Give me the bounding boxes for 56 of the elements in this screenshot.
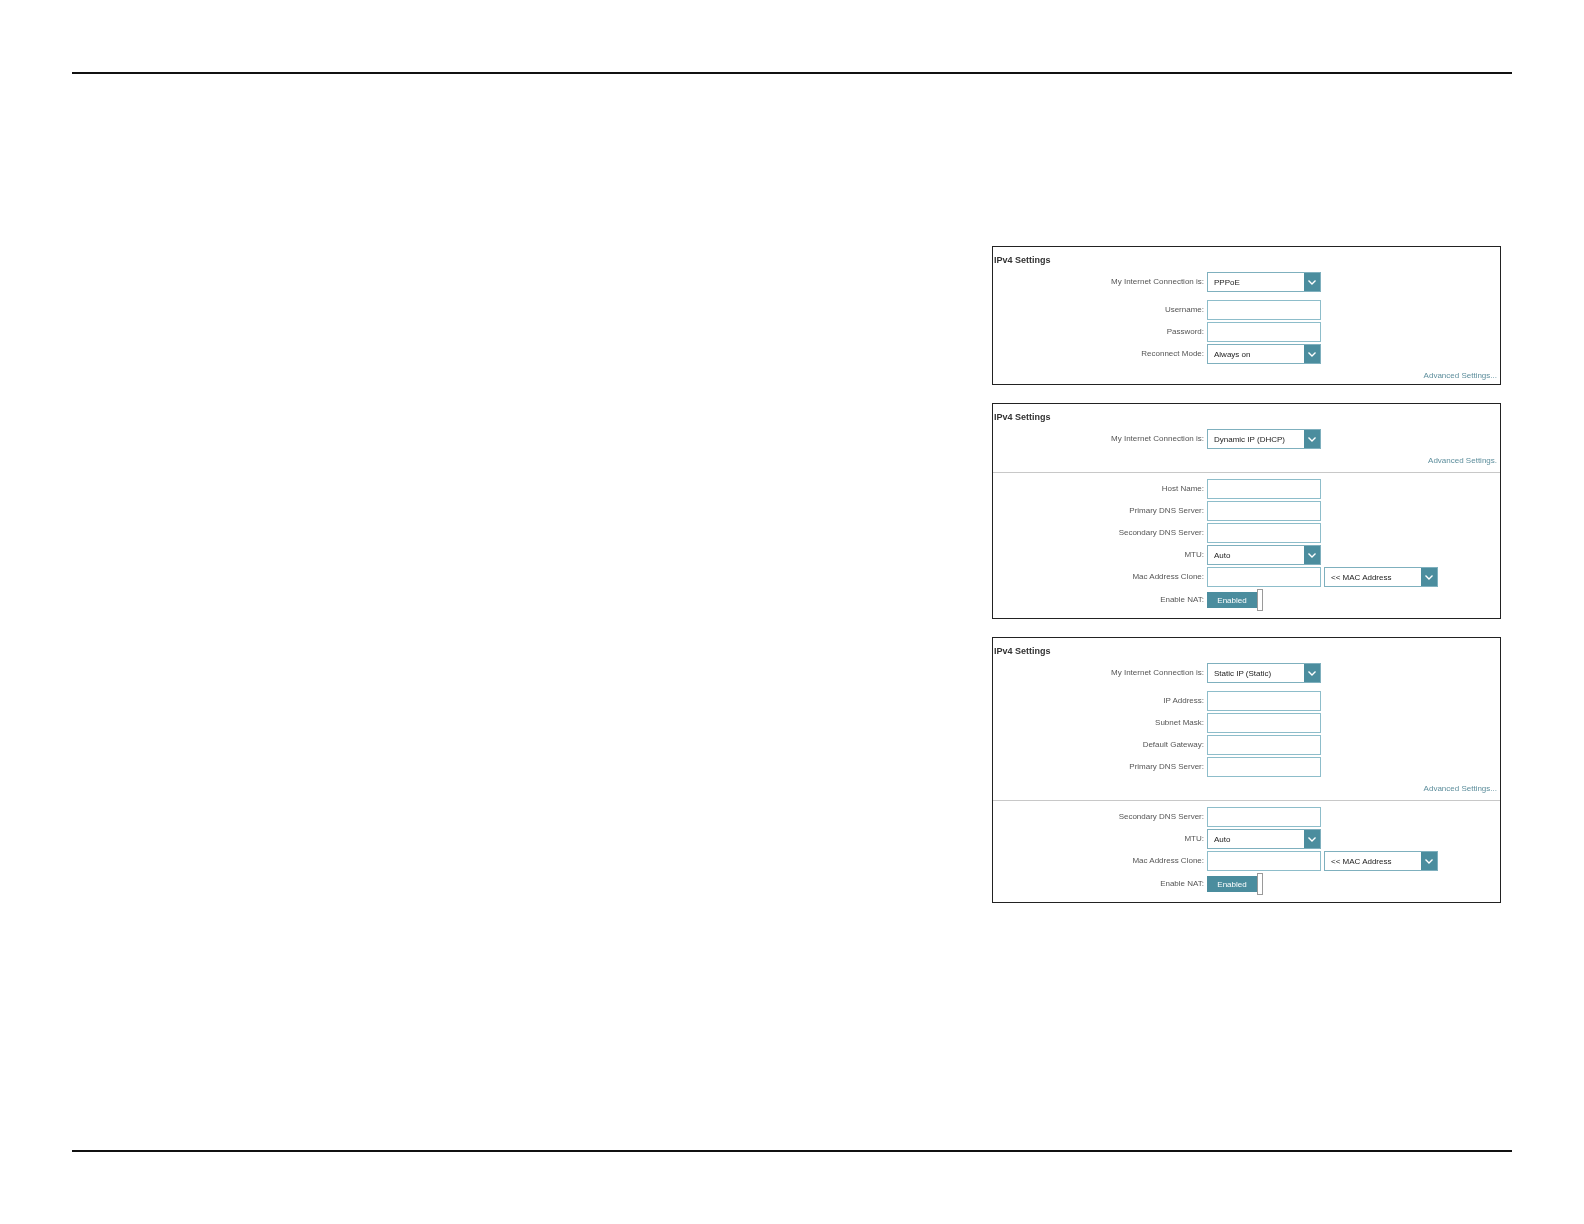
toggle-knob-icon xyxy=(1257,589,1263,611)
field-label: Secondary DNS Server: xyxy=(1118,812,1204,822)
field-label: Primary DNS Server: xyxy=(1129,506,1204,516)
text-field[interactable] xyxy=(1207,851,1321,871)
text-field[interactable] xyxy=(1207,523,1321,543)
advanced-settings-link[interactable]: Advanced Settings. xyxy=(1428,455,1497,467)
field-label: My Internet Connection is: xyxy=(1111,277,1204,287)
dropdown[interactable]: Dynamic IP (DHCP) xyxy=(1207,429,1321,449)
chevron-down-icon xyxy=(1304,830,1320,848)
chevron-down-icon xyxy=(1304,664,1320,682)
chevron-down-icon xyxy=(1304,546,1320,564)
text-field[interactable] xyxy=(1207,735,1321,755)
field-label: Default Gateway: xyxy=(1142,740,1204,750)
panel-title: IPv4 Settings xyxy=(993,411,1051,423)
field-label: Mac Address Clone: xyxy=(1132,856,1204,866)
chevron-down-icon xyxy=(1304,273,1320,291)
toggle-knob-icon xyxy=(1257,873,1263,895)
text-field[interactable] xyxy=(1207,501,1321,521)
field-label: Enable NAT: xyxy=(1160,595,1204,605)
text-field[interactable] xyxy=(1207,691,1321,711)
field-label: Enable NAT: xyxy=(1160,879,1204,889)
dropdown[interactable]: Auto xyxy=(1207,829,1321,849)
text-field[interactable] xyxy=(1207,807,1321,827)
dropdown[interactable]: PPPoE xyxy=(1207,272,1321,292)
text-field[interactable] xyxy=(1207,713,1321,733)
text-field[interactable] xyxy=(1207,567,1321,587)
field-label: Username: xyxy=(1164,305,1204,315)
panel-title: IPv4 Settings xyxy=(993,254,1051,266)
field-label: My Internet Connection is: xyxy=(1111,668,1204,678)
text-field[interactable] xyxy=(1207,757,1321,777)
field-label: IP Address: xyxy=(1163,696,1204,706)
dropdown[interactable]: << MAC Address xyxy=(1324,851,1438,871)
field-label: MTU: xyxy=(1184,550,1204,560)
field-label: Password: xyxy=(1166,327,1204,337)
field-label: My Internet Connection is: xyxy=(1111,434,1204,444)
field-label: Reconnect Mode: xyxy=(1141,349,1204,359)
chevron-down-icon xyxy=(1421,568,1437,586)
chevron-down-icon xyxy=(1304,430,1320,448)
chevron-down-icon xyxy=(1304,345,1320,363)
field-label: Host Name: xyxy=(1161,484,1204,494)
field-label: Secondary DNS Server: xyxy=(1118,528,1204,538)
dropdown[interactable]: Static IP (Static) xyxy=(1207,663,1321,683)
advanced-settings-link[interactable]: Advanced Settings... xyxy=(1423,783,1497,795)
text-field[interactable] xyxy=(1207,479,1321,499)
dropdown[interactable]: Auto xyxy=(1207,545,1321,565)
field-label: Mac Address Clone: xyxy=(1132,572,1204,582)
dropdown[interactable]: Always on xyxy=(1207,344,1321,364)
text-field[interactable] xyxy=(1207,300,1321,320)
field-label: MTU: xyxy=(1184,834,1204,844)
text-field[interactable] xyxy=(1207,322,1321,342)
field-label: Subnet Mask: xyxy=(1155,718,1204,728)
dropdown[interactable]: << MAC Address xyxy=(1324,567,1438,587)
chevron-down-icon xyxy=(1421,852,1437,870)
panel-title: IPv4 Settings xyxy=(993,645,1051,657)
field-label: Primary DNS Server: xyxy=(1129,762,1204,772)
advanced-settings-link[interactable]: Advanced Settings... xyxy=(1423,370,1497,382)
